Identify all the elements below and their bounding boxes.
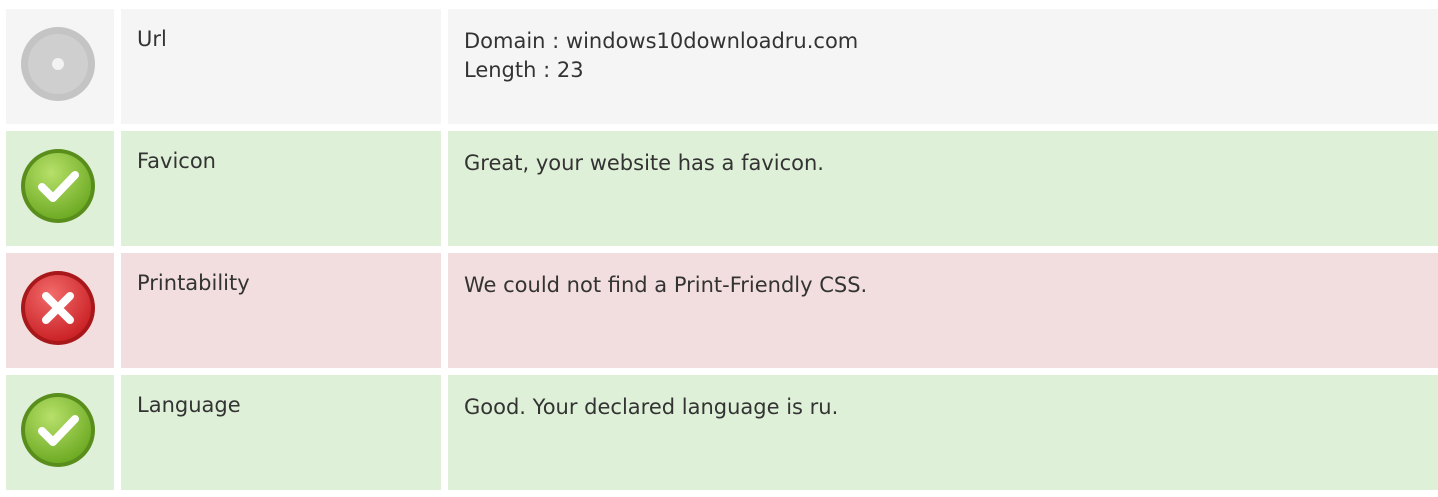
row-value: Domain : windows10downloadru.com Length … (448, 9, 1438, 124)
row-label: Printability (121, 253, 441, 368)
row-label: Favicon (121, 131, 441, 246)
length-text: Length : 23 (464, 58, 584, 82)
report-row-language: Language Good. Your declared language is… (6, 375, 1438, 490)
status-cell (6, 9, 114, 124)
seo-report-table: Url Domain : windows10downloadru.com Len… (6, 9, 1438, 497)
row-label: Url (121, 9, 441, 124)
printability-message: We could not find a Print-Friendly CSS. (464, 273, 868, 297)
row-value: Good. Your declared language is ru. (448, 375, 1438, 490)
row-value: We could not find a Print-Friendly CSS. (448, 253, 1438, 368)
report-row-printability: Printability We could not find a Print-F… (6, 253, 1438, 368)
neutral-disc-icon (21, 27, 95, 101)
check-icon (21, 149, 95, 223)
report-row-favicon: Favicon Great, your website has a favico… (6, 131, 1438, 246)
row-label: Language (121, 375, 441, 490)
row-value: Great, your website has a favicon. (448, 131, 1438, 246)
status-cell (6, 375, 114, 490)
status-cell (6, 131, 114, 246)
favicon-message: Great, your website has a favicon. (464, 151, 824, 175)
report-row-url: Url Domain : windows10downloadru.com Len… (6, 9, 1438, 124)
status-cell (6, 253, 114, 368)
cross-icon (21, 271, 95, 345)
domain-text: Domain : windows10downloadru.com (464, 29, 859, 53)
language-message: Good. Your declared language is ru. (464, 395, 839, 419)
check-icon (21, 393, 95, 467)
